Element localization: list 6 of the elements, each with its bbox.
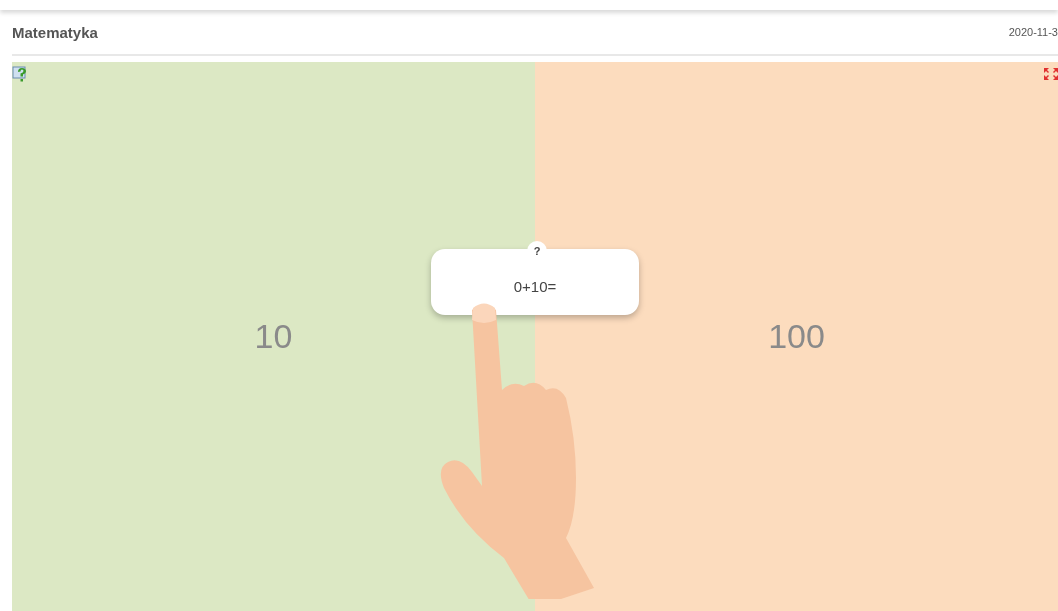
help-icon[interactable] [12,66,28,84]
answer-text: 10 [254,317,293,356]
date-label: 2020-11-3 [1008,26,1058,38]
page-title: Matematyka [12,23,98,41]
answer-text: 100 [768,317,825,356]
fullscreen-icon[interactable] [1044,68,1058,80]
